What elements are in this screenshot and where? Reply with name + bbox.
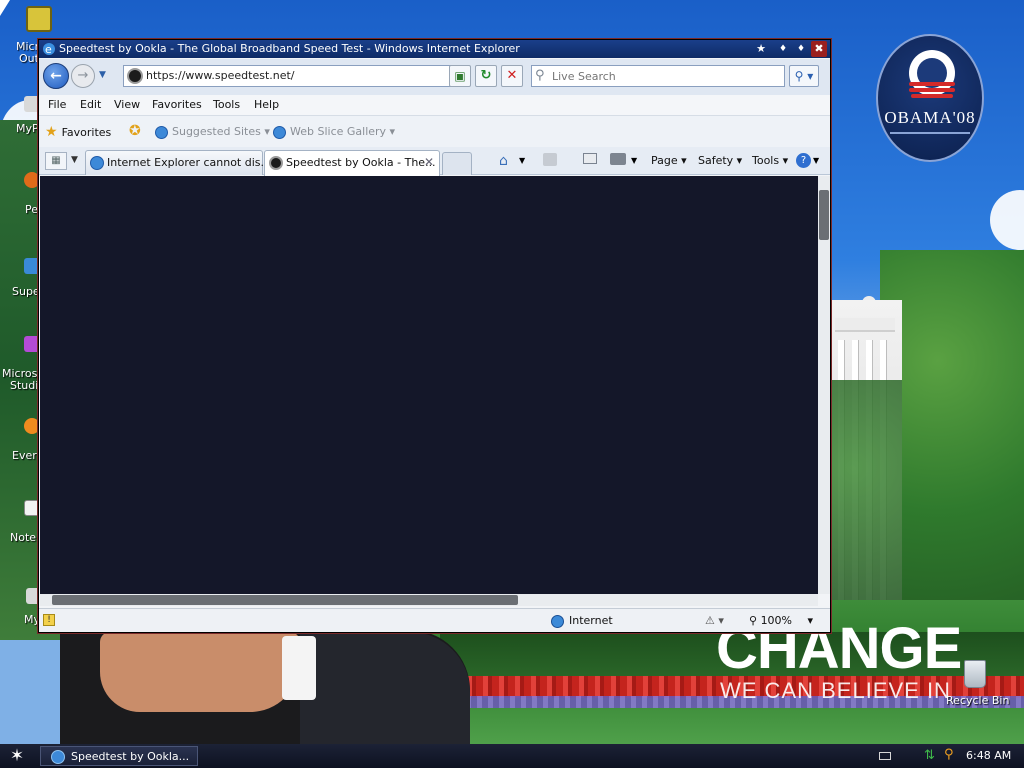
maximize-button[interactable]: ♦ (793, 41, 809, 57)
minimize-button[interactable]: ♦ (775, 41, 791, 57)
forward-button[interactable]: → (71, 64, 95, 88)
tab-close-icon[interactable]: ✕ (424, 155, 434, 169)
page-content[interactable] (40, 176, 818, 594)
horizontal-scroll-thumb[interactable] (52, 595, 518, 605)
desktop-icon-outlook[interactable] (24, 4, 54, 34)
security-zone[interactable]: Internet (551, 614, 613, 628)
zoom-dropdown-icon[interactable]: ▾ (808, 614, 814, 627)
clock[interactable]: 6:48 AM (966, 749, 1011, 762)
help-icon[interactable]: ? (796, 153, 811, 168)
trees-mid (832, 380, 902, 600)
help-dropdown-icon[interactable]: ▼ (813, 156, 829, 170)
tab-row: ▦ ▼ Internet Explorer cannot dis... Spee… (39, 147, 830, 176)
safety-menu[interactable]: Safety ▾ (698, 154, 742, 167)
favorites-label: Favorites (61, 126, 112, 139)
recycle-bin-icon (964, 660, 986, 688)
taskbar: ✶ Speedtest by Ookla... ⇅ ⚲ 6:48 AM (0, 744, 1024, 768)
status-bar: ! Internet ⚠ ▾ ⚲ 100% ▾ (39, 608, 830, 632)
house-roof (835, 318, 895, 332)
cloud (990, 190, 1024, 250)
suggested-sites-link[interactable]: Suggested Sites ▾ (155, 125, 270, 139)
person-sleeve (300, 632, 470, 744)
quick-tabs-button[interactable]: ▦ (45, 152, 67, 170)
start-button[interactable]: ✶ (6, 746, 28, 766)
favorites-star-icon: ★ (45, 124, 58, 140)
person-cuff (282, 636, 316, 700)
pin-icon[interactable]: ★ (753, 41, 769, 57)
vertical-scroll-thumb[interactable] (819, 190, 829, 240)
warning-icon[interactable]: ! (43, 614, 55, 626)
vertical-scrollbar[interactable] (818, 176, 830, 594)
search-input[interactable] (550, 68, 780, 84)
protected-mode-icon[interactable]: ⚠ ▾ (705, 614, 724, 627)
address-field[interactable]: https://www.speedtest.net/ (123, 65, 520, 87)
menu-favorites[interactable]: Favorites (152, 98, 202, 111)
compatibility-view-button[interactable]: ▣ (449, 65, 471, 87)
zoom-level: 100% (760, 614, 793, 627)
search-go-button[interactable]: ⚲ ▾ (789, 65, 819, 87)
add-to-favorites-bar-icon[interactable]: ✪ (129, 123, 149, 141)
person-hand (100, 632, 300, 712)
read-mail-icon[interactable] (583, 153, 597, 164)
home-dropdown-icon[interactable]: ▼ (519, 156, 535, 170)
taskbar-item-ie[interactable]: Speedtest by Ookla... (40, 746, 198, 766)
feeds-icon[interactable] (543, 153, 557, 166)
keyboard-icon[interactable] (879, 752, 891, 760)
zoom-icon: ⚲ (749, 614, 758, 627)
site-favicon-icon (127, 68, 143, 84)
ie-page-icon (90, 156, 104, 170)
desktop-icon-recycle-bin[interactable]: Recycle Bin (944, 656, 1009, 710)
tab-list-dropdown[interactable]: ▼ (71, 155, 78, 165)
ie-logo-icon: e (43, 43, 55, 56)
ie-page-icon (273, 125, 286, 139)
ie-page-icon (155, 125, 168, 139)
search-tray-icon[interactable]: ⚲ (944, 747, 958, 763)
refresh-button[interactable]: ↻ (475, 65, 497, 87)
address-row: ← → ▼ https://www.speedtest.net/ ▣ ↻ ✕ ⚲… (39, 59, 830, 95)
menu-view[interactable]: View (114, 98, 140, 111)
new-tab-button[interactable] (442, 152, 472, 175)
horizontal-scrollbar[interactable] (40, 594, 818, 606)
obama-logo: OBAMA'08 (876, 34, 984, 162)
tools-menu[interactable]: Tools ▾ (752, 154, 788, 167)
url-text: https://www.speedtest.net/ (146, 69, 295, 82)
ie-window: e Speedtest by Ookla - The Global Broadb… (38, 39, 831, 633)
obama-logo-text: OBAMA'08 (884, 108, 976, 127)
print-icon[interactable] (610, 153, 626, 165)
favorites-bar: ★ Favorites ✪ Suggested Sites ▾ Web Slice… (39, 115, 830, 147)
close-button[interactable]: ✖ (811, 41, 827, 57)
zoom-control[interactable]: ⚲ 100% ▾ (749, 614, 813, 627)
menu-tools[interactable]: Tools (213, 98, 240, 111)
tab-speedtest[interactable]: Speedtest by Ookla - The... ✕ (264, 150, 440, 176)
page-menu[interactable]: Page ▾ (651, 154, 687, 167)
wallpaper-believe-text: WE CAN BELIEVE IN (720, 678, 951, 703)
outlook-icon (26, 6, 52, 32)
menu-file[interactable]: File (48, 98, 66, 111)
speedtest-favicon-icon (269, 156, 283, 170)
network-icon[interactable]: ⇅ (924, 748, 938, 764)
globe-icon (551, 614, 564, 628)
web-slice-gallery-link[interactable]: Web Slice Gallery ▾ (273, 125, 395, 139)
back-button[interactable]: ← (43, 63, 69, 89)
favorites-button[interactable]: ★ Favorites (45, 124, 111, 142)
title-bar[interactable]: e Speedtest by Ookla - The Global Broadb… (39, 40, 830, 58)
home-icon[interactable]: ⌂ (499, 153, 515, 169)
search-icon: ⚲ (535, 68, 545, 83)
search-box[interactable]: ⚲ (531, 65, 785, 87)
mouse-cursor (0, 0, 10, 16)
menu-bar: File Edit View Favorites Tools Help (39, 95, 830, 115)
tab-ie-cannot-display[interactable]: Internet Explorer cannot dis... (85, 150, 271, 175)
stop-button[interactable]: ✕ (501, 65, 523, 87)
svg-text:e: e (45, 43, 52, 56)
menu-help[interactable]: Help (254, 98, 279, 111)
menu-edit[interactable]: Edit (80, 98, 101, 111)
print-dropdown-icon[interactable]: ▼ (631, 156, 647, 170)
ie-logo-icon (51, 750, 65, 764)
window-title: Speedtest by Ookla - The Global Broadban… (59, 42, 520, 55)
recent-pages-dropdown[interactable]: ▼ (99, 70, 109, 80)
